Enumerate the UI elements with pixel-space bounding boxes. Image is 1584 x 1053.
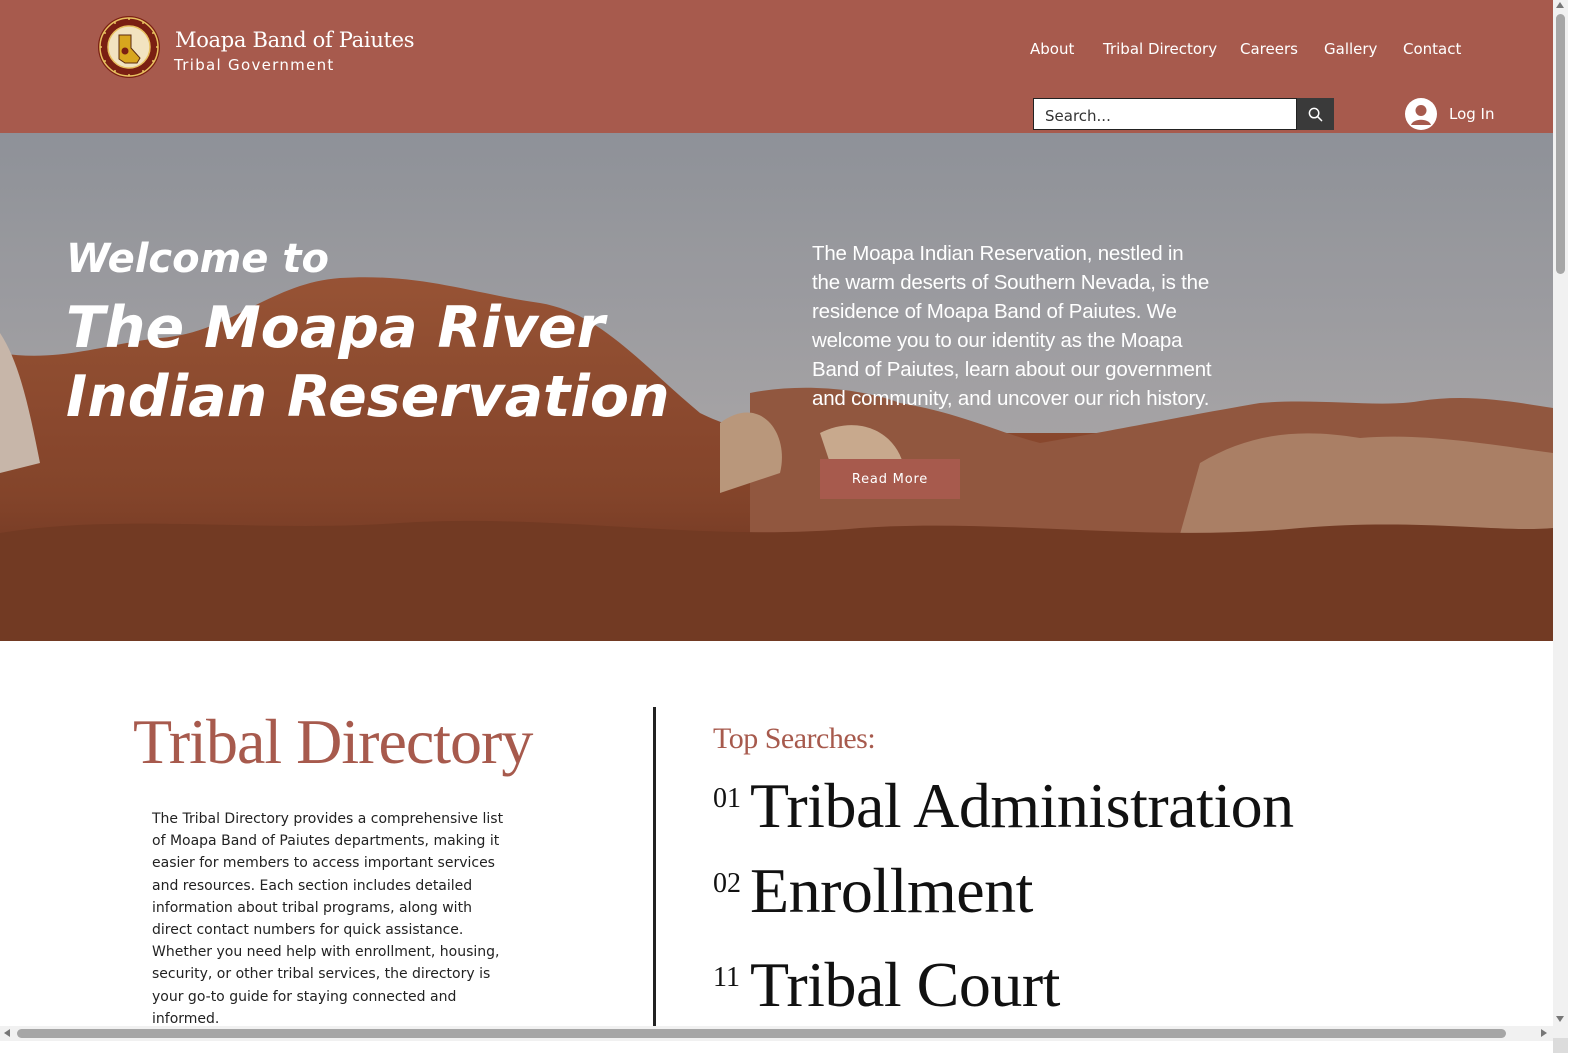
user-avatar-icon [1405, 98, 1437, 130]
scroll-down-icon[interactable] [1556, 1016, 1564, 1022]
site-search [1033, 98, 1334, 130]
top-search-number: 02 [713, 868, 741, 899]
login-label: Log In [1449, 105, 1495, 123]
nav-careers[interactable]: Careers [1240, 40, 1298, 58]
vertical-scroll-thumb[interactable] [1556, 14, 1565, 274]
search-input[interactable] [1033, 98, 1297, 130]
top-search-number: 11 [713, 962, 740, 993]
scroll-right-icon[interactable] [1541, 1029, 1547, 1037]
top-search-label[interactable]: Enrollment [750, 854, 1033, 928]
directory-description: The Tribal Directory provides a comprehe… [152, 811, 504, 1027]
nav-contact[interactable]: Contact [1403, 40, 1461, 58]
hero-section: Welcome to The Moapa River Indian Reserv… [0, 133, 1553, 641]
nav-tribal-directory[interactable]: Tribal Directory [1103, 40, 1217, 58]
scrollbar-corner [1553, 1038, 1568, 1053]
hero-description: The Moapa Indian Reservation, nestled in… [812, 242, 1212, 410]
site-header: Moapa Band of Paiutes Tribal Government … [0, 0, 1553, 133]
login-button[interactable]: Log In [1405, 97, 1495, 131]
horizontal-scrollbar[interactable] [0, 1026, 1553, 1041]
directory-title: Tribal Directory [133, 706, 533, 777]
nav-about[interactable]: About [1030, 40, 1074, 58]
top-search-number: 01 [713, 783, 741, 814]
top-search-label[interactable]: Tribal Court [750, 948, 1060, 1022]
main-nav: About Tribal Directory Careers Gallery C… [0, 40, 1553, 62]
scroll-left-icon[interactable] [4, 1029, 10, 1037]
horizontal-scroll-thumb[interactable] [17, 1029, 1506, 1038]
vertical-scrollbar[interactable] [1553, 0, 1568, 1038]
hero-welcome: Welcome to [66, 236, 329, 282]
search-icon [1308, 107, 1323, 121]
search-button[interactable] [1297, 98, 1334, 130]
top-searches-label: Top Searches: [713, 722, 876, 755]
scroll-up-icon[interactable] [1556, 2, 1564, 8]
read-more-button[interactable]: Read More [820, 459, 960, 499]
top-search-label[interactable]: Tribal Administration [750, 769, 1294, 843]
nav-gallery[interactable]: Gallery [1324, 40, 1377, 58]
section-divider [653, 707, 656, 1027]
hero-title: The Moapa River Indian Reservation [66, 295, 670, 430]
